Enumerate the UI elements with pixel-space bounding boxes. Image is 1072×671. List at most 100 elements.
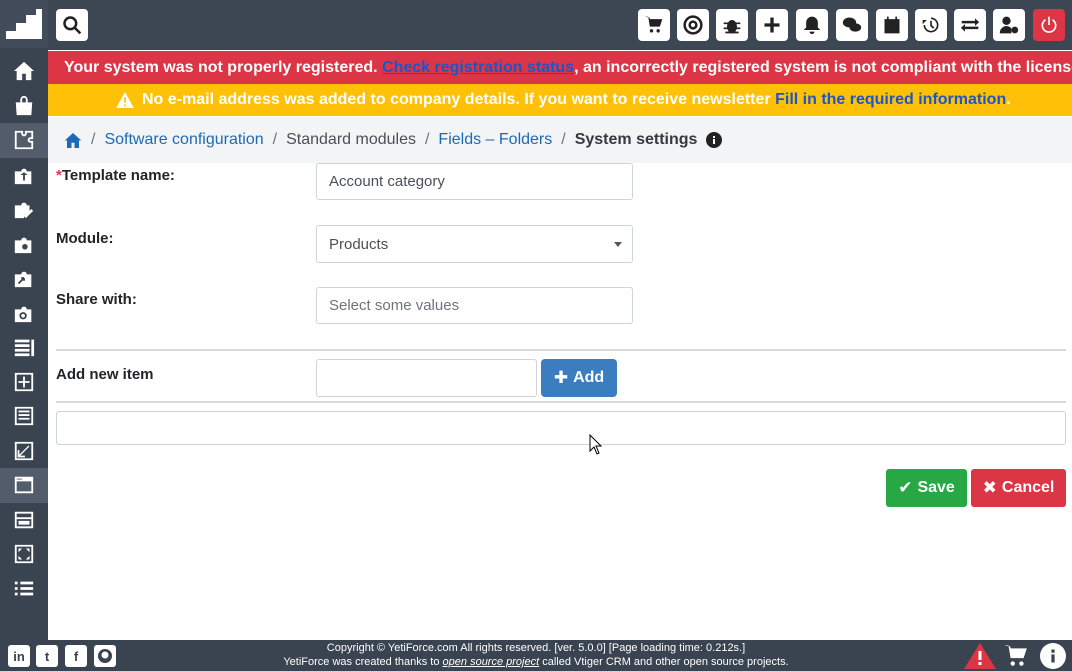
global-search-button[interactable]: [56, 9, 88, 41]
credits-prefix: YetiForce was created thanks to: [283, 656, 443, 668]
save-button[interactable]: ✔ Save: [886, 469, 967, 507]
lifebuoy-icon: [683, 15, 703, 35]
email-alert: No e-mail address was added to company d…: [48, 84, 1072, 116]
report-bug-button[interactable]: [716, 9, 748, 41]
warning-icon: [116, 92, 134, 108]
yetiforce-logo[interactable]: [0, 0, 48, 48]
sidebar-item-module-relations[interactable]: [0, 261, 48, 296]
puzzle-search-icon: [14, 306, 32, 322]
sidebar-item-modules[interactable]: [0, 123, 48, 158]
bug-icon: [723, 20, 741, 34]
history-icon: [922, 17, 939, 33]
logo-icon: [6, 9, 42, 39]
open-source-link[interactable]: open source project: [443, 656, 540, 668]
puzzle-upload-icon: [14, 168, 32, 184]
panel-icon: [14, 511, 34, 528]
email-alert-text: No e-mail address was added to company d…: [142, 91, 771, 108]
top-navbar: [48, 0, 1072, 50]
puzzle-edit-icon: [14, 202, 34, 219]
calendar-button[interactable]: [876, 9, 908, 41]
github-mark: [98, 649, 112, 663]
sidebar-item-module-edit[interactable]: [0, 192, 48, 227]
sidebar-item-compress[interactable]: [0, 434, 48, 469]
sidebar-item-module-upload[interactable]: [0, 158, 48, 193]
sidebar-item-home[interactable]: [0, 54, 48, 89]
plus-icon: [764, 17, 780, 33]
marketplace-button[interactable]: [638, 9, 670, 41]
sidebar-item-module-settings[interactable]: [0, 227, 48, 262]
shopping-bag-icon: [15, 95, 33, 115]
check-icon: ✔: [898, 478, 913, 497]
info-icon[interactable]: [1040, 643, 1066, 669]
twitter-icon[interactable]: t: [36, 645, 58, 667]
sidebar-item-fields-folders[interactable]: [0, 468, 48, 503]
email-alert-suffix: .: [1006, 91, 1011, 108]
breadcrumb-system-settings: System settings: [574, 131, 698, 148]
logout-button[interactable]: [1033, 9, 1065, 41]
cancel-label: Cancel: [1001, 479, 1055, 496]
fill-info-link[interactable]: Fill in the required information: [775, 91, 1006, 109]
add-new-item-label: Add new item: [56, 366, 154, 383]
plus-icon: ✚: [553, 368, 569, 387]
puzzle-gear-icon: [14, 237, 32, 253]
breadcrumb-standard-modules: Standard modules: [286, 131, 416, 148]
module-select[interactable]: Products: [316, 225, 633, 263]
breadcrumb-fields-folders[interactable]: Fields – Folders: [438, 131, 552, 149]
items-list[interactable]: [56, 411, 1066, 445]
sidebar-item-module-search[interactable]: [0, 296, 48, 331]
add-item-button[interactable]: ✚ Add: [541, 359, 617, 397]
facebook-icon[interactable]: f: [65, 645, 87, 667]
template-name-label: *Template name:: [56, 167, 175, 184]
folder-icon: [14, 477, 34, 494]
share-with-label: Share with:: [56, 291, 137, 308]
home-icon: [13, 62, 35, 81]
sidebar-item-marketplace[interactable]: [0, 89, 48, 124]
sidebar-item-layout[interactable]: [0, 399, 48, 434]
support-button[interactable]: [677, 9, 709, 41]
chat-icon: [842, 17, 862, 32]
save-label: Save: [917, 479, 955, 496]
puzzle-icon: [14, 131, 34, 150]
mouse-cursor-icon: [589, 434, 603, 455]
expand-icon: [14, 545, 34, 564]
sidebar-item-add-field[interactable]: [0, 365, 48, 400]
history-button[interactable]: [915, 9, 947, 41]
user-settings-button[interactable]: [993, 9, 1025, 41]
switch-users-button[interactable]: [954, 9, 986, 41]
sidebar-item-list[interactable]: [0, 572, 48, 607]
sidebar: [0, 0, 48, 640]
breadcrumb: / Software configuration / Standard modu…: [48, 117, 1072, 163]
chat-button[interactable]: [836, 9, 868, 41]
template-name-input[interactable]: Account category: [316, 163, 633, 200]
share-with-select[interactable]: Select some values: [316, 287, 633, 324]
search-icon: [63, 16, 82, 35]
sidebar-item-list-edit[interactable]: [0, 330, 48, 365]
new-item-input[interactable]: [316, 359, 537, 397]
home-icon[interactable]: [64, 132, 82, 149]
exchange-icon: [960, 18, 980, 32]
check-registration-link[interactable]: Check registration status: [382, 59, 574, 77]
module-selected-value: Products: [329, 235, 389, 253]
registration-alert: Your system was not properly registered.…: [48, 51, 1072, 84]
cart-icon[interactable]: [1002, 643, 1030, 669]
puzzle-arrows-icon: [14, 271, 32, 288]
sidebar-item-panels[interactable]: [0, 503, 48, 538]
breadcrumb-software-configuration[interactable]: Software configuration: [104, 131, 263, 149]
cancel-button[interactable]: ✖ Cancel: [971, 469, 1066, 507]
github-icon[interactable]: [94, 645, 116, 667]
compress-icon: [14, 441, 34, 460]
sidebar-item-widgets[interactable]: [0, 537, 48, 572]
notifications-button[interactable]: [796, 9, 828, 41]
linkedin-icon[interactable]: in: [8, 645, 30, 667]
footer-text: Copyright © YetiForce.com All rights res…: [200, 641, 872, 669]
quick-create-button[interactable]: [756, 9, 788, 41]
list-icon: [14, 581, 34, 596]
registration-alert-text: Your system was not properly registered.: [64, 58, 378, 76]
warning-icon[interactable]: [964, 643, 996, 669]
calendar-icon: [884, 16, 900, 34]
user-cog-icon: [999, 16, 1019, 34]
copyright-text: Copyright © YetiForce.com All rights res…: [326, 642, 746, 654]
info-icon[interactable]: [706, 132, 723, 148]
close-icon: ✖: [982, 478, 997, 497]
divider: [56, 349, 1066, 351]
